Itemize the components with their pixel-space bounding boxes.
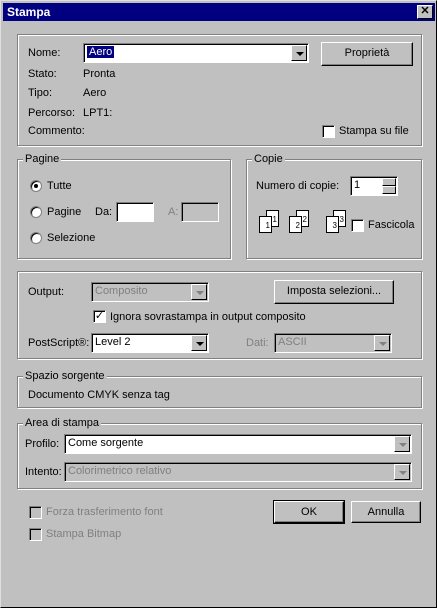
- output-label: Output:: [28, 286, 65, 298]
- ok-button[interactable]: OK: [273, 500, 345, 524]
- printer-name-label: Nome:: [28, 47, 61, 59]
- radio-page-range[interactable]: [30, 206, 42, 218]
- intent-value: Colorimetrico relativo: [68, 465, 172, 477]
- collate-page-icon: 1: [259, 216, 272, 233]
- data-label: Dati:: [246, 337, 269, 349]
- source-space-label: Spazio sorgente: [23, 370, 107, 382]
- chevron-down-icon[interactable]: [191, 284, 207, 300]
- print-bitmap-checkbox[interactable]: [29, 528, 42, 541]
- to-input[interactable]: [181, 202, 219, 222]
- data-value: ASCII: [278, 336, 307, 348]
- collate-page-icon: 3: [326, 216, 339, 233]
- from-input[interactable]: [116, 202, 154, 222]
- force-font-label[interactable]: Forza trasferimento font: [46, 506, 163, 518]
- path-value: LPT1:: [83, 107, 113, 119]
- copies-count-input[interactable]: 1: [350, 176, 398, 196]
- postscript-value: Level 2: [95, 336, 131, 348]
- print-to-file-checkbox[interactable]: [322, 125, 335, 138]
- ignore-overprint-checkbox[interactable]: ✓: [93, 310, 106, 323]
- window-title: Stampa: [7, 5, 51, 19]
- copies-group: [246, 159, 422, 259]
- radio-selection[interactable]: [30, 232, 42, 244]
- to-label: A:: [168, 206, 179, 218]
- all-pages-label[interactable]: Tutte: [47, 180, 72, 192]
- copies-group-label: Copie: [252, 153, 285, 165]
- printer-name-select[interactable]: Aero: [83, 43, 309, 63]
- page-range-label[interactable]: Pagine: [47, 206, 81, 218]
- output-value: Composito: [95, 285, 148, 297]
- output-select[interactable]: Composito: [91, 282, 209, 302]
- properties-button[interactable]: Proprietà: [321, 42, 413, 66]
- type-value: Aero: [83, 87, 107, 99]
- title-bar: Stampa ✕: [3, 3, 435, 21]
- chevron-down-icon[interactable]: [394, 436, 410, 452]
- collate-checkbox[interactable]: [351, 219, 364, 232]
- intent-label: Intento:: [25, 466, 62, 478]
- chevron-down-icon[interactable]: [374, 335, 390, 351]
- print-space-label: Area di stampa: [23, 417, 101, 429]
- postscript-select[interactable]: Level 2: [91, 333, 209, 353]
- profile-select[interactable]: Come sorgente: [64, 434, 412, 454]
- chevron-down-icon[interactable]: [291, 45, 307, 61]
- profile-label: Profilo:: [25, 438, 60, 450]
- copies-count-label: Numero di copie:: [256, 180, 340, 192]
- path-label: Percorso:: [28, 107, 76, 119]
- type-label: Tipo:: [28, 87, 53, 99]
- comment-label: Commento:: [28, 125, 85, 137]
- close-button[interactable]: ✕: [417, 5, 433, 19]
- setup-selections-button[interactable]: Imposta selezioni...: [274, 280, 394, 304]
- print-dialog: Stampa ✕ Nome: Aero Proprietà Stato: Pro…: [0, 0, 437, 608]
- cancel-button[interactable]: Annulla: [351, 501, 421, 523]
- pages-group-label: Pagine: [23, 153, 62, 165]
- radio-all-pages[interactable]: [30, 180, 42, 192]
- profile-value: Come sorgente: [68, 437, 144, 449]
- status-label: Stato:: [28, 68, 57, 80]
- collate-page-icon: 2: [289, 216, 302, 233]
- status-value: Pronta: [83, 68, 116, 80]
- spin-down-icon[interactable]: [382, 186, 396, 194]
- source-space-value: Documento CMYK senza tag: [28, 389, 170, 401]
- ignore-overprint-label[interactable]: Ignora sovrastampa in output composito: [110, 311, 306, 323]
- print-bitmap-label[interactable]: Stampa Bitmap: [46, 528, 121, 540]
- postscript-label: PostScript®:: [28, 337, 90, 349]
- spin-up-icon[interactable]: [382, 178, 396, 186]
- data-select[interactable]: ASCII: [274, 333, 392, 353]
- intent-select[interactable]: Colorimetrico relativo: [64, 462, 412, 482]
- collate-label[interactable]: Fascicola: [368, 219, 414, 231]
- selection-label[interactable]: Selezione: [47, 232, 95, 244]
- printer-name-value: Aero: [87, 46, 115, 58]
- print-to-file-label[interactable]: Stampa su file: [339, 125, 409, 137]
- chevron-down-icon[interactable]: [191, 335, 207, 351]
- chevron-down-icon[interactable]: [394, 464, 410, 480]
- from-label: Da:: [95, 206, 113, 218]
- force-font-checkbox[interactable]: [29, 506, 42, 519]
- copies-count-value: 1: [354, 179, 361, 191]
